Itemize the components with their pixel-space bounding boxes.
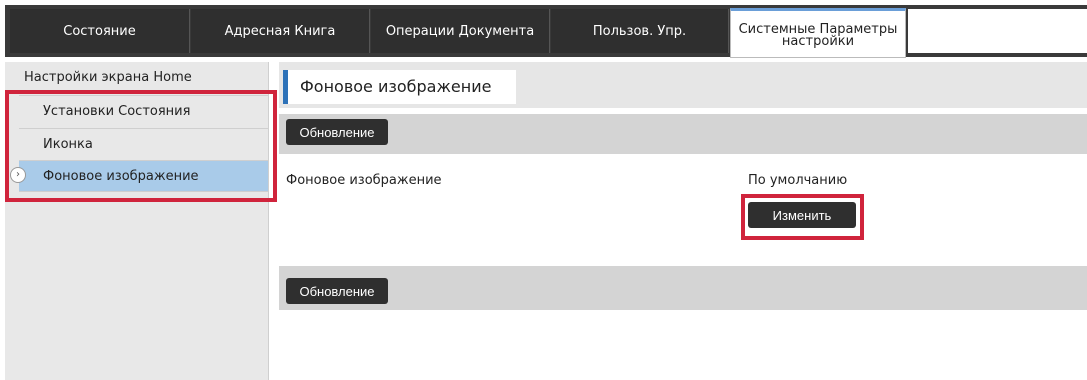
page-title: Фоновое изображение [283,70,516,104]
tab-status[interactable]: Состояние [10,9,190,53]
tab-system-settings[interactable]: Системные Параметры настройки [730,8,906,58]
title-bar: Фоновое изображение [279,62,1087,108]
tab-system-settings-line2: настройки [781,34,855,49]
change-button-highlight-box [741,194,864,240]
top-action-bar: Обновление [279,114,1087,154]
tab-bar: Состояние Адресная Книга Операции Докуме… [5,5,1087,58]
update-button-top[interactable]: Обновление [286,119,388,145]
tab-bar-filler [908,9,1087,53]
tab-document-operations[interactable]: Операции Документа [371,9,550,53]
setting-label: Фоновое изображение [286,173,442,188]
update-button-bottom[interactable]: Обновление [286,278,388,304]
sidebar-highlight-box [5,90,277,202]
tab-user-control[interactable]: Пользов. Упр. [551,9,729,53]
main-content: Фоновое изображение Обновление Фоновое и… [279,62,1087,380]
tab-address-book[interactable]: Адресная Книга [191,9,370,53]
setting-value: По умолчанию [748,173,848,188]
bottom-action-bar: Обновление [279,266,1087,310]
